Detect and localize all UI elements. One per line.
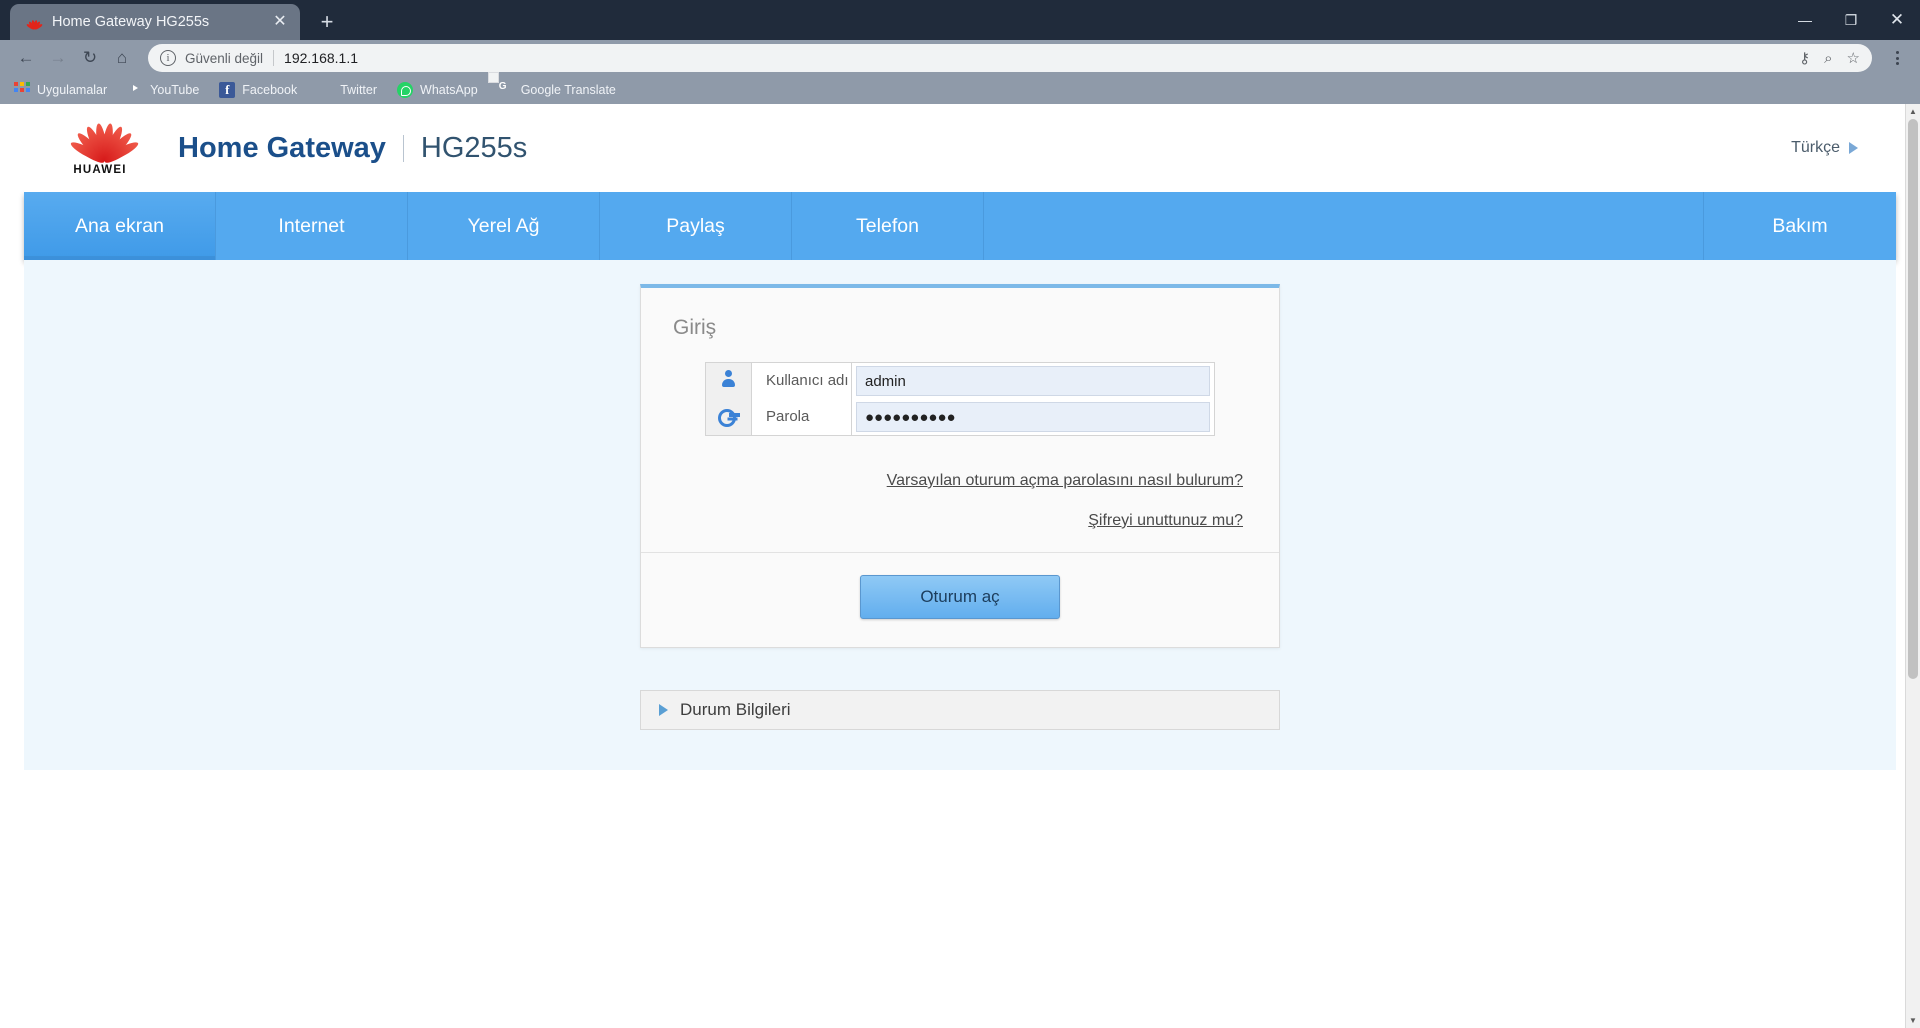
apps-grid-icon <box>14 82 30 98</box>
password-input[interactable] <box>856 402 1210 432</box>
password-input-cell <box>852 399 1215 436</box>
reload-button[interactable]: ↻ <box>74 44 106 72</box>
product-name: Home Gateway <box>178 132 386 165</box>
username-input[interactable] <box>856 366 1210 396</box>
huawei-flower-icon <box>66 121 134 161</box>
password-label: Parola <box>752 399 852 436</box>
bookmark-label: Uygulamalar <box>37 83 107 97</box>
zoom-icon[interactable]: ⌕ <box>1824 50 1832 67</box>
scrollbar-thumb[interactable] <box>1908 119 1918 679</box>
google-translate-icon <box>498 82 514 98</box>
status-info-panel[interactable]: Durum Bilgileri <box>640 690 1280 730</box>
huawei-logo: HUAWEI <box>52 121 148 176</box>
site-info-icon[interactable]: i <box>160 50 176 66</box>
username-icon-cell <box>706 363 752 400</box>
default-password-help-link[interactable]: Varsayılan oturum açma parolasını nasıl … <box>641 472 1243 490</box>
bookmarks-bar: Uygulamalar YouTube f Facebook Twitter W… <box>0 76 1920 104</box>
browser-window: Home Gateway HG255s ✕ + — ❐ ✕ ← → ↻ ⌂ i … <box>0 0 1920 1028</box>
login-links: Varsayılan oturum açma parolasını nasıl … <box>641 436 1279 530</box>
nav-tab-label: Telefon <box>856 215 919 238</box>
browser-titlebar: Home Gateway HG255s ✕ + — ❐ ✕ <box>0 0 1920 40</box>
minimize-button[interactable]: — <box>1782 0 1828 40</box>
twitter-icon <box>317 82 333 98</box>
nav-tab-yerel-ag[interactable]: Yerel Ağ <box>408 192 600 260</box>
bookmark-youtube[interactable]: YouTube <box>127 82 199 98</box>
login-card: Giriş Kullanıcı adı <box>640 284 1280 648</box>
nav-tab-label: Internet <box>278 215 344 238</box>
status-panel-label: Durum Bilgileri <box>680 700 791 720</box>
nav-tab-label: Paylaş <box>666 215 725 238</box>
nav-tab-label: Ana ekran <box>75 215 164 238</box>
router-header: HUAWEI Home Gateway HG255s Türkçe <box>24 104 1896 192</box>
nav-tab-ana-ekran[interactable]: Ana ekran <box>24 192 216 260</box>
browser-tab[interactable]: Home Gateway HG255s ✕ <box>10 4 300 40</box>
back-button[interactable]: ← <box>10 44 42 72</box>
content-band: Giriş Kullanıcı adı <box>24 260 1896 770</box>
tab-title: Home Gateway HG255s <box>52 14 270 30</box>
expand-arrow-icon <box>659 704 668 716</box>
bookmark-star-icon[interactable]: ☆ <box>1847 49 1860 67</box>
language-label: Türkçe <box>1791 139 1840 157</box>
tab-close-icon[interactable]: ✕ <box>270 12 290 32</box>
scroll-down-arrow[interactable]: ▼ <box>1906 1013 1920 1028</box>
login-footer: Oturum aç <box>641 552 1279 647</box>
nav-tab-internet[interactable]: Internet <box>216 192 408 260</box>
bookmark-label: WhatsApp <box>420 83 478 97</box>
omnibox-actions: ⚷ ⌕ ☆ <box>1799 49 1860 67</box>
login-title: Giriş <box>641 288 1279 362</box>
url-text: 192.168.1.1 <box>284 50 358 66</box>
forward-button[interactable]: → <box>42 44 74 72</box>
password-icon-cell <box>706 399 752 436</box>
bookmark-label: Google Translate <box>521 83 616 97</box>
nav-tab-paylas[interactable]: Paylaş <box>600 192 792 260</box>
window-close-button[interactable]: ✕ <box>1874 0 1920 40</box>
nav-tab-label: Yerel Ağ <box>468 215 540 238</box>
router-page: HUAWEI Home Gateway HG255s Türkçe Ana ek… <box>0 104 1920 1028</box>
nav-tab-label: Bakım <box>1772 215 1827 238</box>
new-tab-button[interactable]: + <box>310 5 344 39</box>
title-divider <box>403 135 404 162</box>
bookmark-label: Twitter <box>340 83 377 97</box>
maximize-button[interactable]: ❐ <box>1828 0 1874 40</box>
bookmark-google-translate[interactable]: Google Translate <box>498 82 616 98</box>
facebook-icon: f <box>219 82 235 98</box>
login-form: Kullanıcı adı Parola <box>705 362 1215 436</box>
omnibox-divider <box>273 50 274 66</box>
login-submit-button[interactable]: Oturum aç <box>860 575 1060 619</box>
bookmark-whatsapp[interactable]: WhatsApp <box>397 82 478 98</box>
product-title: Home Gateway HG255s <box>178 132 527 165</box>
page-scrollbar[interactable]: ▲ ▼ <box>1905 104 1920 1028</box>
username-input-cell <box>852 363 1215 400</box>
bookmark-facebook[interactable]: f Facebook <box>219 82 297 98</box>
password-row: Parola <box>706 399 1215 436</box>
security-label: Güvenli değil <box>185 51 263 66</box>
bookmark-label: Facebook <box>242 83 297 97</box>
bookmark-label: YouTube <box>150 83 199 97</box>
nav-tab-bakim[interactable]: Bakım <box>1704 192 1896 260</box>
browser-toolbar: ← → ↻ ⌂ i Güvenli değil 192.168.1.1 ⚷ ⌕ … <box>0 40 1920 76</box>
main-navigation: Ana ekran Internet Yerel Ağ Paylaş Telef… <box>24 192 1896 260</box>
window-controls: — ❐ ✕ <box>1782 0 1920 40</box>
huawei-wordmark: HUAWEI <box>73 164 126 176</box>
user-icon <box>720 370 737 387</box>
bookmark-uygulamalar[interactable]: Uygulamalar <box>14 82 107 98</box>
chevron-right-icon <box>1849 142 1858 154</box>
scroll-up-arrow[interactable]: ▲ <box>1906 104 1920 119</box>
username-row: Kullanıcı adı <box>706 363 1215 400</box>
youtube-icon <box>127 82 143 98</box>
whatsapp-icon <box>397 82 413 98</box>
huawei-flower-icon <box>24 13 42 31</box>
username-label: Kullanıcı adı <box>752 363 852 400</box>
nav-spacer <box>984 192 1704 260</box>
address-bar[interactable]: i Güvenli değil 192.168.1.1 ⚷ ⌕ ☆ <box>148 44 1872 72</box>
bookmark-twitter[interactable]: Twitter <box>317 82 377 98</box>
language-selector[interactable]: Türkçe <box>1791 139 1858 157</box>
home-button[interactable]: ⌂ <box>106 44 138 72</box>
forgot-password-link[interactable]: Şifreyi unuttunuz mu? <box>641 512 1243 530</box>
key-icon <box>718 409 740 421</box>
password-key-icon[interactable]: ⚷ <box>1799 49 1810 67</box>
product-model: HG255s <box>421 132 527 165</box>
nav-tab-telefon[interactable]: Telefon <box>792 192 984 260</box>
browser-menu-icon[interactable] <box>1884 51 1910 65</box>
